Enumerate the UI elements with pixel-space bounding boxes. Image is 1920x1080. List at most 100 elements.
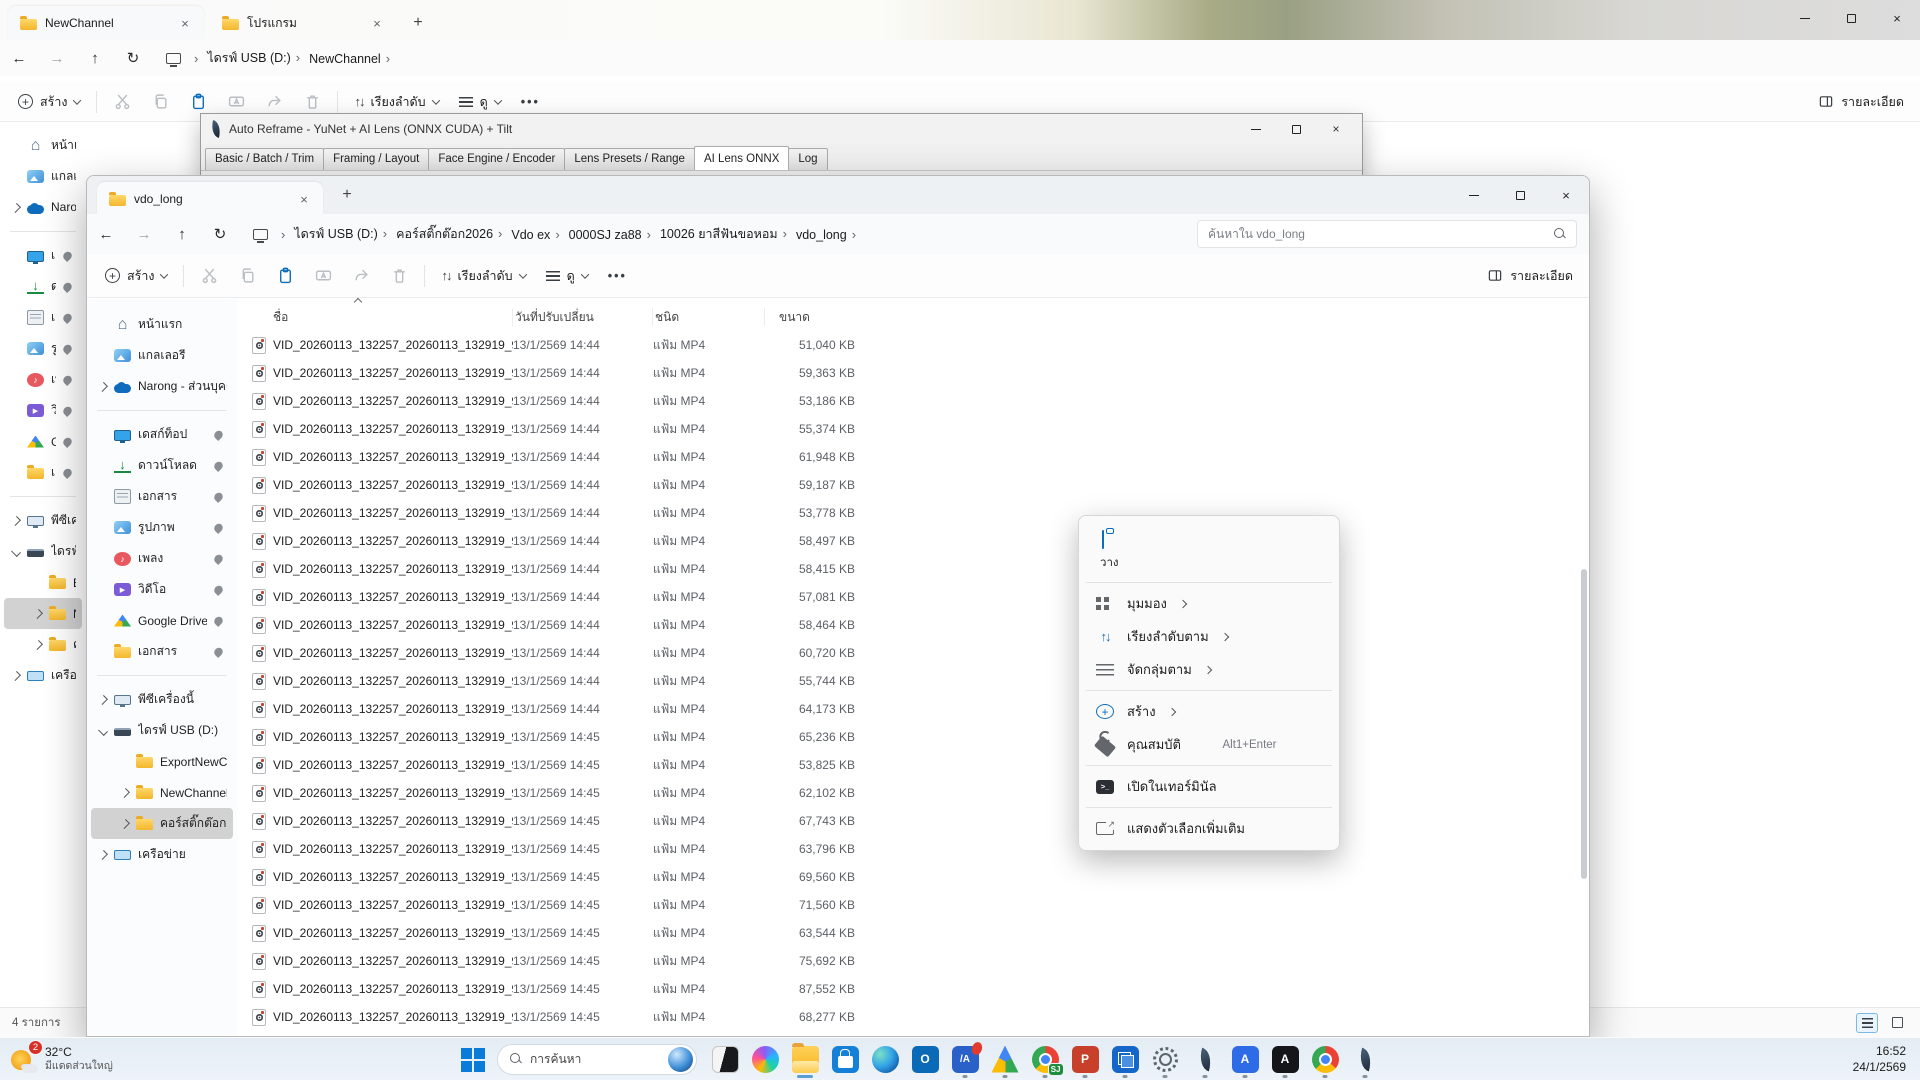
file-row[interactable]: VID_20260113_132257_20260113_132919_9...… — [237, 835, 1589, 863]
sidebar-item[interactable]: เพลง — [91, 543, 233, 574]
sidebar-item[interactable]: คอร์สติ๊กต๊อก2026 — [91, 808, 233, 839]
sidebar-item[interactable]: Google Drive (G: — [4, 426, 82, 457]
ar-tab[interactable]: AI Lens ONNX — [694, 146, 789, 170]
tab-vdo-long[interactable]: vdo_long × — [97, 182, 323, 216]
sidebar-item[interactable]: เอกสาร — [91, 636, 233, 667]
delete-icon[interactable] — [380, 260, 418, 292]
sidebar-item[interactable]: ไดรฟ์ USB (D:) — [4, 536, 82, 567]
ar-title-bar[interactable]: Auto Reframe - YuNet + AI Lens (ONNX CUD… — [201, 114, 1362, 144]
column-size[interactable]: ขนาด — [765, 308, 869, 326]
sidebar-item[interactable]: Google Drive (G: — [91, 605, 233, 636]
icons-view-toggle[interactable] — [1886, 1013, 1908, 1033]
maximize-button[interactable] — [1276, 115, 1316, 143]
taskbar-app-icon[interactable] — [1345, 1039, 1385, 1079]
search-input[interactable]: ค้นหาใน vdo_long — [1197, 220, 1577, 248]
file-row[interactable]: VID_20260113_132257_20260113_132919_9...… — [237, 443, 1589, 471]
sidebar-item[interactable]: วิดีโอ — [4, 395, 82, 426]
rename-icon[interactable] — [304, 260, 342, 292]
paste-menu-button[interactable]: วาง — [1084, 521, 1334, 578]
context-menu-item[interactable]: แสดงตัวเลือกเพิ่มเติม — [1084, 812, 1334, 845]
taskbar-clock[interactable]: 16:52 24/1/2569 — [1853, 1043, 1906, 1075]
taskbar-app-icon[interactable] — [865, 1039, 905, 1079]
ar-tab[interactable]: Basic / Batch / Trim — [205, 148, 324, 170]
file-row[interactable]: VID_20260113_132257_20260113_132919_9...… — [237, 415, 1589, 443]
file-row[interactable]: VID_20260113_132257_20260113_132919_9...… — [237, 891, 1589, 919]
copy-icon[interactable] — [141, 86, 179, 118]
taskbar-app-icon[interactable]: A — [1265, 1039, 1305, 1079]
ar-tab[interactable]: Log — [788, 148, 827, 170]
taskbar-app-icon[interactable]: P — [1065, 1039, 1105, 1079]
file-row[interactable]: VID_20260113_132257_20260113_132919_9...… — [237, 667, 1589, 695]
context-menu-item[interactable]: เรียงลำดับตาม — [1084, 620, 1334, 653]
details-view-toggle[interactable] — [1856, 1013, 1878, 1033]
breadcrumb[interactable]: › ไดรฟ์ USB (D:)›NewChannel› — [166, 48, 395, 68]
file-row[interactable]: VID_20260113_132257_20260113_132919_9...… — [237, 807, 1589, 835]
context-menu-item[interactable]: คุณสมบัติ Alt1+Enter — [1084, 728, 1334, 761]
expander-icon[interactable] — [98, 695, 108, 705]
file-row[interactable]: VID_20260113_132257_20260113_132919_9...… — [237, 331, 1589, 359]
context-menu-item[interactable]: สร้าง — [1084, 695, 1334, 728]
sidebar-item[interactable]: คอร์สติ๊กต๊อก2026 — [4, 629, 82, 660]
file-row[interactable]: VID_20260113_132257_20260113_132919_9...… — [237, 499, 1589, 527]
ar-tab[interactable]: Framing / Layout — [323, 148, 429, 170]
taskbar-app-icon[interactable] — [705, 1039, 745, 1079]
tab-newchannel[interactable]: NewChannel × — [8, 6, 204, 40]
start-button[interactable] — [455, 1042, 489, 1076]
breadcrumb[interactable]: › ไดรฟ์ USB (D:)›คอร์สติ๊กต๊อก2026›Vdo e… — [253, 224, 861, 244]
sidebar-item[interactable]: เพลง — [4, 364, 82, 395]
file-row[interactable]: VID_20260113_132257_20260113_132919_9...… — [237, 583, 1589, 611]
ar-tab[interactable]: Face Engine / Encoder — [428, 148, 565, 170]
file-row[interactable]: VID_20260113_132257_20260113_132919_9...… — [237, 779, 1589, 807]
taskbar-app-icon[interactable] — [1105, 1039, 1145, 1079]
file-row[interactable]: VID_20260113_132257_20260113_132919_9...… — [237, 751, 1589, 779]
taskbar-app-icon[interactable] — [1305, 1039, 1345, 1079]
sidebar-item[interactable]: พีซีเครื่องนี้ — [91, 684, 233, 715]
taskbar-search[interactable]: การค้นหา — [497, 1044, 697, 1075]
sidebar-item[interactable]: รูปภาพ — [91, 512, 233, 543]
sidebar-item[interactable]: ดาวน์โหลด — [4, 271, 82, 302]
file-row[interactable]: VID_20260113_132257_20260113_132919_9...… — [237, 639, 1589, 667]
sidebar-item[interactable]: เอกสาร — [4, 302, 82, 333]
context-menu-item[interactable]: จัดกลุ่มตาม — [1084, 653, 1334, 686]
ar-tab[interactable]: Lens Presets / Range — [564, 148, 695, 170]
sidebar-item[interactable]: รูปภาพ — [4, 333, 82, 364]
forward-icon[interactable]: → — [38, 50, 76, 67]
new-tab-button[interactable]: + — [406, 12, 430, 36]
cut-icon[interactable] — [103, 86, 141, 118]
context-menu-item[interactable]: เปิดในเทอร์มินัล — [1084, 770, 1334, 803]
close-button[interactable]: × — [1543, 176, 1589, 214]
file-row[interactable]: VID_20260113_132257_20260113_132919_9...… — [237, 919, 1589, 947]
more-button[interactable]: ••• — [598, 260, 637, 292]
file-row[interactable]: VID_20260113_132257_20260113_132919_9...… — [237, 947, 1589, 975]
sidebar-item[interactable]: เดสก์ท็อป — [4, 240, 82, 271]
file-row[interactable]: VID_20260113_132257_20260113_132919_9...… — [237, 471, 1589, 499]
details-pane-button[interactable]: รายละเอียด — [1818, 92, 1920, 112]
file-row[interactable]: VID_20260113_132257_20260113_132919_9...… — [237, 975, 1589, 1003]
sidebar-item[interactable]: เอกสาร — [91, 481, 233, 512]
new-button[interactable]: + สร้าง — [95, 260, 177, 292]
copy-icon[interactable] — [228, 260, 266, 292]
sidebar-item[interactable]: แกลเลอรี — [4, 161, 82, 192]
expander-icon[interactable] — [33, 640, 43, 650]
sidebar-item[interactable]: เครือข่าย — [91, 839, 233, 870]
file-row[interactable]: VID_20260113_132257_20260113_132919_9...… — [237, 611, 1589, 639]
share-icon[interactable] — [342, 260, 380, 292]
refresh-icon[interactable]: ↻ — [114, 49, 152, 67]
file-row[interactable]: VID_20260113_132257_20260113_132919_9...… — [237, 527, 1589, 555]
tab-close-icon[interactable]: × — [176, 16, 194, 31]
sidebar-item[interactable]: ExportNewChanel — [4, 567, 82, 598]
taskbar-app-icon[interactable]: O — [905, 1039, 945, 1079]
taskbar-app-icon[interactable]: A — [1225, 1039, 1265, 1079]
taskbar-app-icon[interactable]: SJ — [1025, 1039, 1065, 1079]
cut-icon[interactable] — [190, 260, 228, 292]
expander-icon[interactable] — [11, 516, 21, 526]
sidebar-item[interactable]: ดาวน์โหลด — [91, 450, 233, 481]
sidebar-item[interactable]: เครือข่าย — [4, 660, 82, 691]
up-icon[interactable]: ↑ — [163, 226, 201, 243]
new-button[interactable]: + สร้าง — [8, 86, 90, 118]
sidebar-item[interactable]: พีซีเครื่องนี้ — [4, 505, 82, 536]
minimize-button[interactable] — [1782, 0, 1828, 36]
sidebar-item[interactable]: ไดรฟ์ USB (D:) — [91, 715, 233, 746]
sidebar-item[interactable]: แกลเลอรี — [91, 340, 233, 371]
maximize-button[interactable] — [1828, 0, 1874, 36]
